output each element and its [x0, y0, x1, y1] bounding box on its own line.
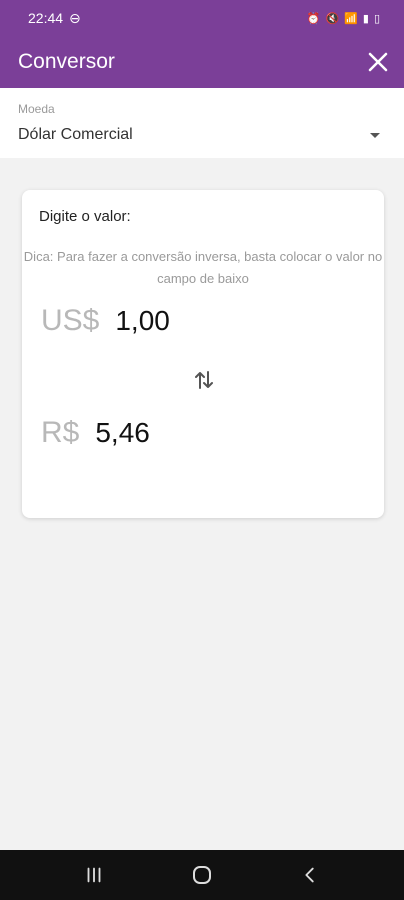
home-button[interactable] — [182, 860, 222, 890]
currency-dropdown[interactable]: Dólar Comercial — [18, 126, 386, 144]
notification-icon: ⊖ — [69, 9, 81, 26]
swap-button[interactable] — [192, 368, 216, 392]
back-icon — [305, 867, 314, 883]
mute-icon: 🔇 — [325, 12, 340, 25]
signal-icon: ▮ — [362, 12, 369, 25]
to-amount-input[interactable]: 5,46 — [95, 417, 150, 449]
wifi-icon: 📶 — [344, 12, 358, 25]
recent-apps-button[interactable] — [74, 860, 114, 890]
card-title: Digite o valor: — [39, 208, 131, 225]
status-bar: 22:44 ⊖ ⏰ 🔇 📶 ▮ ▯ — [0, 0, 404, 36]
currency-label: Moeda — [18, 102, 55, 116]
page-title: Conversor — [18, 50, 115, 73]
conversion-card: Digite o valor: Dica: Para fazer a conve… — [22, 190, 384, 518]
alarm-icon: ⏰ — [306, 12, 321, 25]
home-icon — [193, 866, 211, 884]
recent-apps-icon — [87, 867, 101, 883]
status-left: 22:44 ⊖ — [28, 10, 81, 27]
swap-icon — [195, 371, 213, 389]
battery-icon: ▯ — [373, 12, 380, 25]
status-icons: ⏰ 🔇 📶 ▮ ▯ — [307, 12, 380, 25]
status-time: 22:44 — [28, 10, 64, 26]
from-amount-input[interactable]: 1,00 — [115, 305, 170, 337]
to-row: R$ 5,46 — [41, 416, 150, 450]
from-currency-symbol: US$ — [41, 304, 100, 337]
close-button[interactable] — [366, 50, 390, 74]
close-icon — [368, 52, 388, 72]
system-nav-bar — [0, 850, 404, 900]
app-bar: Conversor — [0, 36, 404, 88]
currency-selector: Moeda Dólar Comercial — [0, 88, 404, 158]
back-button[interactable] — [290, 860, 330, 890]
currency-selected: Dólar Comercial — [18, 126, 133, 143]
chevron-down-icon — [370, 132, 380, 138]
from-row: US$ 1,00 — [41, 304, 170, 338]
to-currency-symbol: R$ — [41, 416, 80, 449]
hint-text: Dica: Para fazer a conversão inversa, ba… — [23, 249, 383, 286]
